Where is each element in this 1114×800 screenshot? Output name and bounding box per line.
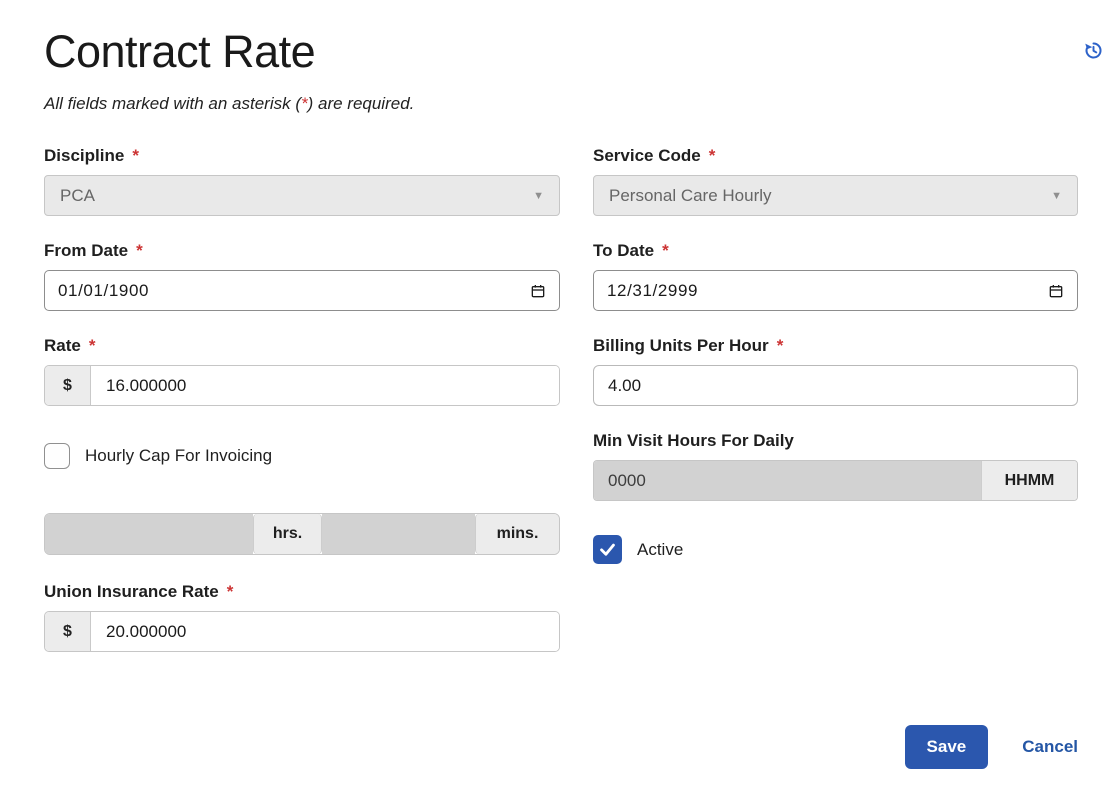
page-title: Contract Rate [44,26,1078,78]
calendar-icon[interactable] [1048,283,1064,299]
rate-label: Rate* [44,336,560,356]
hourly-cap-row: Hourly Cap For Invoicing [44,443,560,469]
required-asterisk: * [136,241,143,260]
to-date-label: To Date* [593,241,1078,261]
required-asterisk: * [709,146,716,165]
min-visit-hours-input [594,461,981,500]
discipline-field: Discipline* PCA ▼ [44,146,560,216]
dollar-prefix: $ [45,612,91,651]
hourly-cap-label: Hourly Cap For Invoicing [85,446,272,466]
form-actions: Save Cancel [44,725,1078,769]
required-asterisk: * [89,336,96,355]
from-date-input[interactable] [58,281,530,301]
hourly-cap-checkbox[interactable] [44,443,70,469]
rate-input[interactable] [91,366,559,405]
chevron-down-icon: ▼ [1051,190,1062,202]
hourly-cap-duration-group: hrs. mins. [44,513,560,555]
min-visit-hours-label: Min Visit Hours For Daily [593,431,1078,451]
rate-field: Rate* $ [44,336,560,406]
from-date-label: From Date* [44,241,560,261]
required-note: All fields marked with an asterisk (*) a… [44,94,1078,114]
active-checkbox[interactable] [593,535,622,564]
hourly-cap-minutes-input [322,514,475,554]
union-insurance-rate-field: Union Insurance Rate* $ [44,582,560,652]
to-date-field: To Date* [593,241,1078,311]
save-button[interactable]: Save [905,725,989,769]
required-asterisk: * [301,94,308,113]
hours-suffix: hrs. [253,514,322,554]
discipline-select: PCA ▼ [44,175,560,216]
active-row: Active [593,535,1078,564]
billing-units-field: Billing Units Per Hour* [593,336,1078,406]
required-asterisk: * [132,146,139,165]
billing-units-label: Billing Units Per Hour* [593,336,1078,356]
discipline-label: Discipline* [44,146,560,166]
contract-rate-form: Discipline* PCA ▼ From Date* [44,146,1078,677]
service-code-label: Service Code* [593,146,1078,166]
hhmm-suffix: HHMM [981,461,1077,500]
billing-units-input[interactable] [594,376,1077,396]
active-label: Active [637,540,683,560]
calendar-icon[interactable] [530,283,546,299]
union-insurance-rate-input[interactable] [91,612,559,651]
discipline-value: PCA [60,186,95,206]
minutes-suffix: mins. [475,514,559,554]
required-asterisk: * [662,241,669,260]
check-icon [598,540,617,559]
from-date-field: From Date* [44,241,560,311]
required-asterisk: * [777,336,784,355]
service-code-select: Personal Care Hourly ▼ [593,175,1078,216]
history-button[interactable] [1081,38,1106,66]
service-code-field: Service Code* Personal Care Hourly ▼ [593,146,1078,216]
union-insurance-rate-label: Union Insurance Rate* [44,582,560,602]
to-date-input[interactable] [607,281,1048,301]
required-asterisk: * [227,582,234,601]
cancel-link[interactable]: Cancel [1022,737,1078,757]
history-icon [1083,49,1104,64]
service-code-value: Personal Care Hourly [609,186,772,206]
hourly-cap-hours-input [45,514,253,554]
chevron-down-icon: ▼ [533,190,544,202]
dollar-prefix: $ [45,366,91,405]
min-visit-hours-field: Min Visit Hours For Daily HHMM [593,431,1078,501]
